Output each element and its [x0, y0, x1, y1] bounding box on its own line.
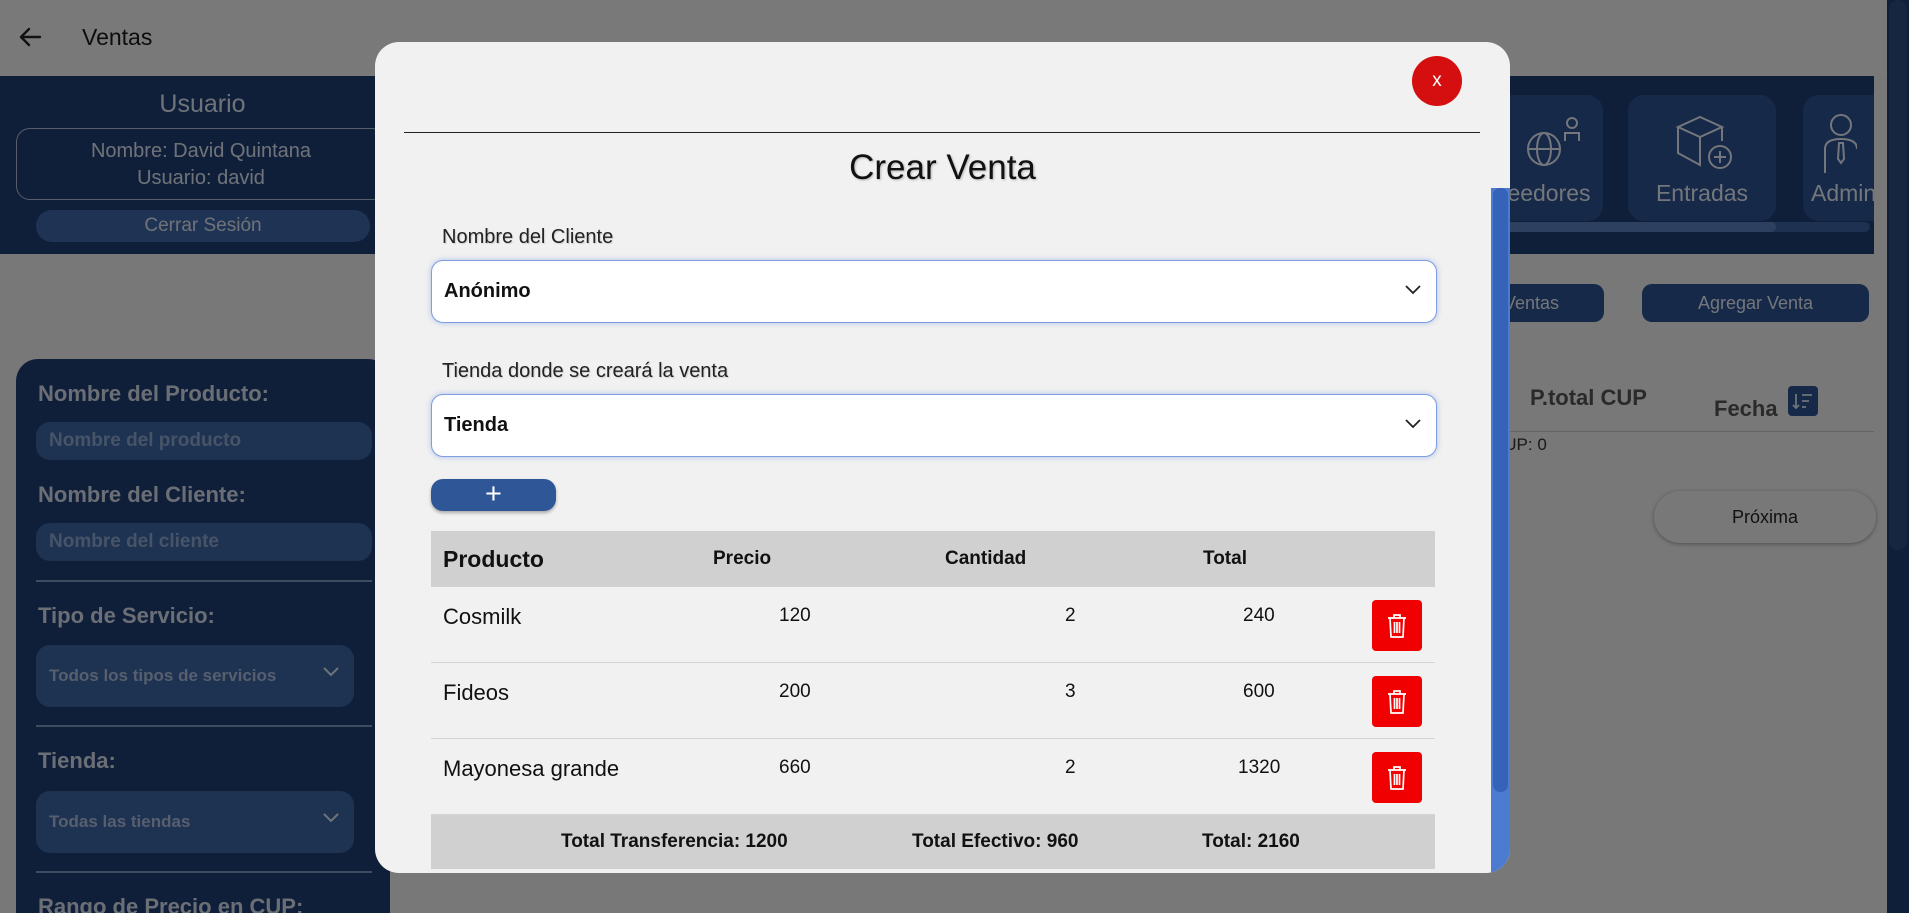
- client-select-value: Anónimo: [444, 280, 531, 302]
- column-product: Producto: [443, 546, 544, 572]
- store-select-value: Tienda: [444, 414, 509, 436]
- row-price: 200: [779, 681, 811, 702]
- column-total: Total: [1203, 548, 1247, 569]
- table-row: Cosmilk 120 2 240: [431, 587, 1435, 663]
- trash-icon: [1388, 766, 1406, 790]
- client-field-label: Nombre del Cliente: [442, 226, 614, 248]
- row-product: Mayonesa grande: [443, 756, 620, 781]
- row-quantity: 2: [1065, 757, 1076, 778]
- table-row: Fideos 200 3 600: [431, 663, 1435, 739]
- trash-icon: [1388, 614, 1406, 638]
- chevron-down-icon: [1405, 419, 1421, 429]
- store-field-label: Tienda donde se creará la venta: [442, 360, 729, 382]
- close-button[interactable]: x: [1412, 56, 1462, 106]
- modal-scrollbar-thumb[interactable]: [1493, 188, 1508, 792]
- row-product: Fideos: [443, 680, 510, 705]
- client-select[interactable]: Anónimo: [431, 260, 1437, 323]
- table-row: Mayonesa grande 660 2 1320: [431, 739, 1435, 815]
- grand-total: Total: 2160: [1202, 831, 1300, 852]
- products-table-footer: Total Transferencia: 1200 Total Efectivo…: [431, 815, 1435, 869]
- create-sale-modal: x Crear Venta Nombre del Cliente Anónimo…: [375, 42, 1510, 873]
- column-price: Precio: [713, 548, 772, 569]
- store-select[interactable]: Tienda: [431, 394, 1437, 457]
- row-price: 120: [779, 605, 811, 626]
- row-price: 660: [779, 757, 811, 778]
- row-quantity: 2: [1065, 605, 1076, 626]
- row-quantity: 3: [1065, 681, 1076, 702]
- trash-icon: [1388, 690, 1406, 714]
- row-total: 240: [1243, 605, 1275, 626]
- row-total: 1320: [1238, 757, 1281, 778]
- total-cash: Total Efectivo: 960: [912, 831, 1079, 852]
- total-transfer: Total Transferencia: 1200: [561, 831, 788, 852]
- products-table-header: Producto Precio Cantidad Total: [431, 531, 1435, 587]
- delete-row-button[interactable]: [1372, 752, 1422, 803]
- delete-row-button[interactable]: [1372, 676, 1422, 727]
- row-product: Cosmilk: [443, 604, 522, 629]
- delete-row-button[interactable]: [1372, 600, 1422, 651]
- modal-title: Crear Venta: [849, 148, 1036, 187]
- column-quantity: Cantidad: [945, 548, 1027, 569]
- modal-divider: [404, 132, 1480, 133]
- row-total: 600: [1243, 681, 1275, 702]
- add-product-button[interactable]: +: [431, 479, 556, 511]
- chevron-down-icon: [1405, 285, 1421, 295]
- products-table: Producto Precio Cantidad Total Cosmilk 1…: [431, 531, 1435, 869]
